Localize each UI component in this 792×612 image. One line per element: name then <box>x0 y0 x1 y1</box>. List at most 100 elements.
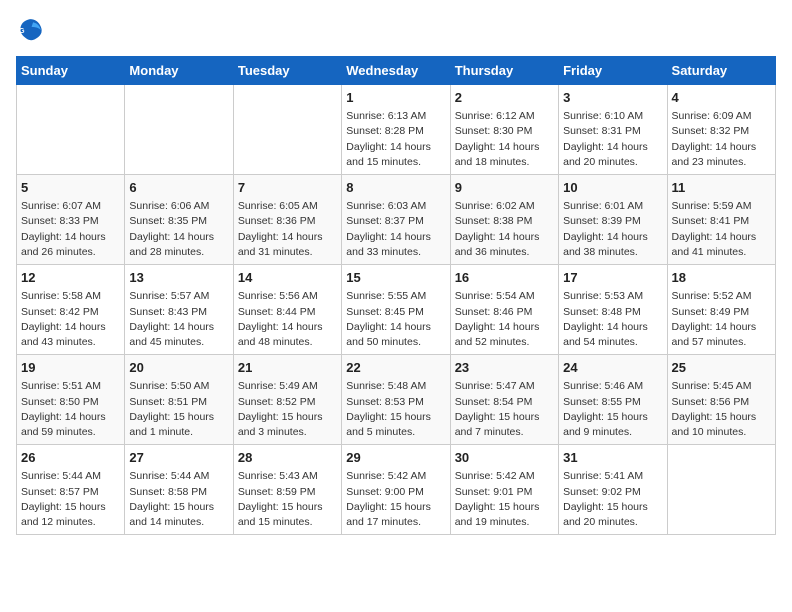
cell-info: Sunrise: 5:56 AMSunset: 8:44 PMDaylight:… <box>238 289 337 350</box>
calendar-cell: 18Sunrise: 5:52 AMSunset: 8:49 PMDayligh… <box>667 265 775 355</box>
cell-info: Sunrise: 6:05 AMSunset: 8:36 PMDaylight:… <box>238 199 337 260</box>
calendar-header-row: SundayMondayTuesdayWednesdayThursdayFrid… <box>17 57 776 85</box>
day-number: 1 <box>346 89 445 107</box>
calendar-cell: 24 Sunrise: 5:46 AMSunset: 8:55 PMDayligh… <box>559 355 667 445</box>
cell-info: Sunrise: 5:52 AMSunset: 8:49 PMDaylight:… <box>672 289 771 350</box>
calendar-week-row: 1 Sunrise: 6:13 AMSunset: 8:28 PMDaylight… <box>17 85 776 175</box>
day-number: 21 <box>238 359 337 377</box>
day-number: 28 <box>238 449 337 467</box>
calendar-cell: 11 Sunrise: 5:59 AMSunset: 8:41 PMDayligh… <box>667 175 775 265</box>
cell-info: Sunrise: 6:12 AMSunset: 8:30 PMDaylight:… <box>455 109 554 170</box>
day-number: 22 <box>346 359 445 377</box>
cell-info: Sunrise: 6:10 AMSunset: 8:31 PMDaylight:… <box>563 109 662 170</box>
day-number: 4 <box>672 89 771 107</box>
calendar-cell: 26Sunrise: 5:44 AMSunset: 8:57 PMDayligh… <box>17 445 125 535</box>
cell-info: Sunrise: 6:06 AMSunset: 8:35 PMDaylight:… <box>129 199 228 260</box>
calendar-cell: 14 Sunrise: 5:56 AMSunset: 8:44 PMDayligh… <box>233 265 341 355</box>
calendar-cell: 17 Sunrise: 5:53 AMSunset: 8:48 PMDayligh… <box>559 265 667 355</box>
day-number: 11 <box>672 179 771 197</box>
cell-info: Sunrise: 6:09 AMSunset: 8:32 PMDaylight:… <box>672 109 771 170</box>
cell-info: Sunrise: 5:41 AMSunset: 9:02 PMDaylight:… <box>563 469 662 530</box>
cell-info: Sunrise: 5:44 AMSunset: 8:58 PMDaylight:… <box>129 469 228 530</box>
calendar-cell: 25 Sunrise: 5:45 AMSunset: 8:56 PMDayligh… <box>667 355 775 445</box>
calendar-cell <box>125 85 233 175</box>
day-number: 14 <box>238 269 337 287</box>
day-number: 2 <box>455 89 554 107</box>
calendar-cell: 10Sunrise: 6:01 AMSunset: 8:39 PMDayligh… <box>559 175 667 265</box>
day-number: 12 <box>21 269 120 287</box>
cell-info: Sunrise: 6:13 AMSunset: 8:28 PMDaylight:… <box>346 109 445 170</box>
cell-info: Sunrise: 5:51 AMSunset: 8:50 PMDaylight:… <box>21 379 120 440</box>
day-number: 19 <box>21 359 120 377</box>
calendar-week-row: 5Sunrise: 6:07 AMSunset: 8:33 PMDaylight… <box>17 175 776 265</box>
cell-info: Sunrise: 5:47 AMSunset: 8:54 PMDaylight:… <box>455 379 554 440</box>
calendar-cell: 8 Sunrise: 6:03 AMSunset: 8:37 PMDaylight… <box>342 175 450 265</box>
cell-info: Sunrise: 5:55 AMSunset: 8:45 PMDaylight:… <box>346 289 445 350</box>
calendar-day-header: Saturday <box>667 57 775 85</box>
day-number: 25 <box>672 359 771 377</box>
day-number: 9 <box>455 179 554 197</box>
day-number: 13 <box>129 269 228 287</box>
calendar-week-row: 19 Sunrise: 5:51 AMSunset: 8:50 PMDayligh… <box>17 355 776 445</box>
calendar-day-header: Thursday <box>450 57 558 85</box>
cell-info: Sunrise: 6:03 AMSunset: 8:37 PMDaylight:… <box>346 199 445 260</box>
day-number: 30 <box>455 449 554 467</box>
cell-info: Sunrise: 5:43 AMSunset: 8:59 PMDaylight:… <box>238 469 337 530</box>
svg-text:G: G <box>19 28 25 35</box>
cell-info: Sunrise: 5:54 AMSunset: 8:46 PMDaylight:… <box>455 289 554 350</box>
calendar-cell: 7Sunrise: 6:05 AMSunset: 8:36 PMDaylight… <box>233 175 341 265</box>
calendar-cell: 15 Sunrise: 5:55 AMSunset: 8:45 PMDayligh… <box>342 265 450 355</box>
calendar-cell: 1 Sunrise: 6:13 AMSunset: 8:28 PMDaylight… <box>342 85 450 175</box>
calendar-cell: 31 Sunrise: 5:41 AMSunset: 9:02 PMDayligh… <box>559 445 667 535</box>
day-number: 5 <box>21 179 120 197</box>
calendar-cell: 5Sunrise: 6:07 AMSunset: 8:33 PMDaylight… <box>17 175 125 265</box>
day-number: 27 <box>129 449 228 467</box>
day-number: 26 <box>21 449 120 467</box>
logo-icon: G <box>16 16 44 44</box>
calendar-cell: 22 Sunrise: 5:48 AMSunset: 8:53 PMDayligh… <box>342 355 450 445</box>
day-number: 20 <box>129 359 228 377</box>
calendar-cell <box>233 85 341 175</box>
calendar-cell: 12 Sunrise: 5:58 AMSunset: 8:42 PMDayligh… <box>17 265 125 355</box>
day-number: 6 <box>129 179 228 197</box>
calendar-cell: 3 Sunrise: 6:10 AMSunset: 8:31 PMDaylight… <box>559 85 667 175</box>
calendar-cell: 13Sunrise: 5:57 AMSunset: 8:43 PMDayligh… <box>125 265 233 355</box>
day-number: 17 <box>563 269 662 287</box>
calendar-cell <box>667 445 775 535</box>
cell-info: Sunrise: 5:53 AMSunset: 8:48 PMDaylight:… <box>563 289 662 350</box>
day-number: 31 <box>563 449 662 467</box>
cell-info: Sunrise: 5:45 AMSunset: 8:56 PMDaylight:… <box>672 379 771 440</box>
page-header: G <box>16 16 776 44</box>
calendar-day-header: Sunday <box>17 57 125 85</box>
calendar-cell: 21 Sunrise: 5:49 AMSunset: 8:52 PMDayligh… <box>233 355 341 445</box>
calendar-day-header: Tuesday <box>233 57 341 85</box>
cell-info: Sunrise: 5:49 AMSunset: 8:52 PMDaylight:… <box>238 379 337 440</box>
cell-info: Sunrise: 6:02 AMSunset: 8:38 PMDaylight:… <box>455 199 554 260</box>
day-number: 16 <box>455 269 554 287</box>
cell-info: Sunrise: 5:59 AMSunset: 8:41 PMDaylight:… <box>672 199 771 260</box>
day-number: 15 <box>346 269 445 287</box>
calendar-day-header: Friday <box>559 57 667 85</box>
calendar-cell: 16 Sunrise: 5:54 AMSunset: 8:46 PMDayligh… <box>450 265 558 355</box>
calendar-cell: 2 Sunrise: 6:12 AMSunset: 8:30 PMDaylight… <box>450 85 558 175</box>
page-container: G SundayMondayTuesdayWednesdayThursdayFr… <box>0 0 792 543</box>
day-number: 8 <box>346 179 445 197</box>
calendar-cell: 19 Sunrise: 5:51 AMSunset: 8:50 PMDayligh… <box>17 355 125 445</box>
cell-info: Sunrise: 6:01 AMSunset: 8:39 PMDaylight:… <box>563 199 662 260</box>
day-number: 23 <box>455 359 554 377</box>
cell-info: Sunrise: 5:42 AMSunset: 9:01 PMDaylight:… <box>455 469 554 530</box>
day-number: 24 <box>563 359 662 377</box>
cell-info: Sunrise: 5:58 AMSunset: 8:42 PMDaylight:… <box>21 289 120 350</box>
calendar-table: SundayMondayTuesdayWednesdayThursdayFrid… <box>16 56 776 535</box>
calendar-week-row: 12 Sunrise: 5:58 AMSunset: 8:42 PMDayligh… <box>17 265 776 355</box>
day-number: 29 <box>346 449 445 467</box>
cell-info: Sunrise: 5:42 AMSunset: 9:00 PMDaylight:… <box>346 469 445 530</box>
calendar-cell: 9 Sunrise: 6:02 AMSunset: 8:38 PMDaylight… <box>450 175 558 265</box>
cell-info: Sunrise: 5:48 AMSunset: 8:53 PMDaylight:… <box>346 379 445 440</box>
day-number: 3 <box>563 89 662 107</box>
calendar-cell: 20 Sunrise: 5:50 AMSunset: 8:51 PMDayligh… <box>125 355 233 445</box>
cell-info: Sunrise: 5:46 AMSunset: 8:55 PMDaylight:… <box>563 379 662 440</box>
calendar-day-header: Wednesday <box>342 57 450 85</box>
cell-info: Sunrise: 5:50 AMSunset: 8:51 PMDaylight:… <box>129 379 228 440</box>
calendar-cell: 28 Sunrise: 5:43 AMSunset: 8:59 PMDayligh… <box>233 445 341 535</box>
